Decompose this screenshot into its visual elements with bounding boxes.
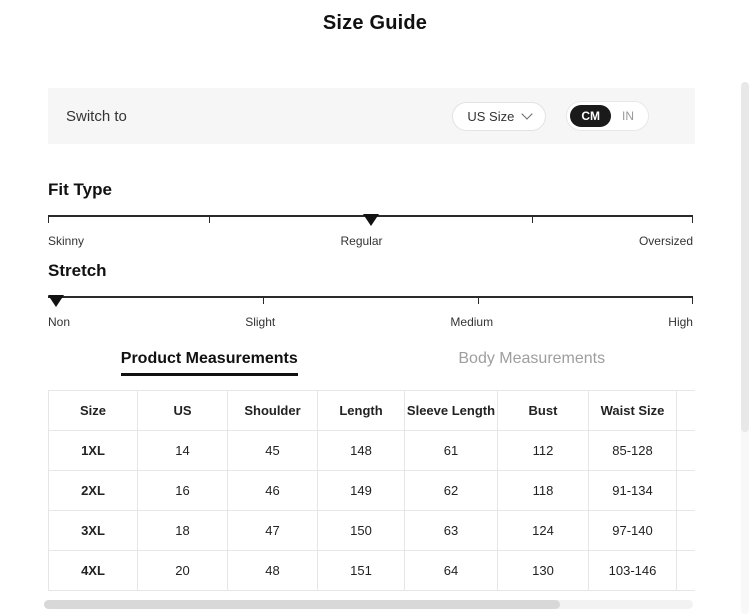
fit-type-label: Skinny [48,234,84,248]
stretch-tick [478,298,479,304]
size-system-value: US Size [467,109,514,124]
value-cell: 103-146 [589,551,677,591]
stretch-label: Non [48,315,70,329]
fit-type-marker [363,214,379,226]
fit-type-tick [48,217,49,223]
value-cell: 14 [138,431,228,471]
value-cell: 20 [138,551,228,591]
stretch-section: Stretch Non Slight Medium High [48,260,693,329]
page-title: Size Guide [0,12,750,35]
value-cell: 149 [318,471,405,511]
table-row: 3XL18471506312497-140 [49,511,696,551]
value-cell: 97-140 [589,511,677,551]
column-header: Waist Size [589,391,677,431]
unit-option-in[interactable]: IN [611,105,645,127]
stretch-label: High [668,315,693,329]
value-cell: 62 [405,471,498,511]
unit-toggle: CM IN [566,101,649,131]
value-cell [677,431,696,471]
value-cell [677,471,696,511]
tab-body-measurements-label: Body Measurements [458,350,605,373]
value-cell: 63 [405,511,498,551]
value-cell [677,551,696,591]
value-cell: 130 [498,551,589,591]
switch-to-label: Switch to [66,108,127,125]
table-row: 2XL16461496211891-134 [49,471,696,511]
switch-controls: US Size CM IN [452,101,649,131]
size-system-dropdown[interactable]: US Size [452,102,546,131]
tab-product-measurements-label: Product Measurements [121,350,298,376]
measurement-tabs: Product Measurements Body Measurements [48,350,693,376]
value-cell: 91-134 [589,471,677,511]
value-cell: 61 [405,431,498,471]
size-cell: 4XL [49,551,138,591]
measurements-table-viewport: SizeUSShoulderLengthSleeve LengthBustWai… [48,390,695,591]
fit-type-tick [209,217,210,223]
column-header: US [138,391,228,431]
fit-type-section: Fit Type Skinny Regular Oversized [48,179,693,248]
column-header: Size [49,391,138,431]
stretch-tick [692,298,693,304]
stretch-scale-labels: Non Slight Medium High [48,315,693,329]
vertical-scrollbar-track[interactable] [741,82,749,614]
table-row: 4XL204815164130103-146 [49,551,696,591]
fit-type-heading: Fit Type [48,179,693,201]
value-cell: 85-128 [589,431,677,471]
value-cell: 151 [318,551,405,591]
chevron-down-icon [522,108,533,119]
size-cell: 2XL [49,471,138,511]
fit-type-tick [692,217,693,223]
horizontal-scrollbar-thumb[interactable] [44,600,560,609]
column-header: Sleeve Length [405,391,498,431]
value-cell: 46 [228,471,318,511]
value-cell: 48 [228,551,318,591]
stretch-heading: Stretch [48,260,693,282]
measurements-table: SizeUSShoulderLengthSleeve LengthBustWai… [48,390,695,591]
value-cell: 112 [498,431,589,471]
switch-bar: Switch to US Size CM IN [48,88,695,144]
value-cell: 64 [405,551,498,591]
unit-option-cm[interactable]: CM [570,105,611,127]
fit-type-scale-labels: Skinny Regular Oversized [48,234,693,248]
value-cell: 148 [318,431,405,471]
value-cell: 124 [498,511,589,551]
fit-type-label: Oversized [639,234,693,248]
stretch-tick [263,298,264,304]
value-cell: 150 [318,511,405,551]
column-header: Bust [498,391,589,431]
value-cell: 47 [228,511,318,551]
tab-body-measurements[interactable]: Body Measurements [371,350,694,376]
size-cell: 3XL [49,511,138,551]
stretch-label: Medium [450,315,493,329]
value-cell: 118 [498,471,589,511]
stretch-label: Slight [245,315,275,329]
fit-type-label: Regular [340,234,382,248]
value-cell: 16 [138,471,228,511]
column-header: Length [318,391,405,431]
table-row: 1XL14451486111285-128 [49,431,696,471]
value-cell: 45 [228,431,318,471]
horizontal-scrollbar-track[interactable] [44,600,693,609]
stretch-scale [48,296,693,298]
table-header-row: SizeUSShoulderLengthSleeve LengthBustWai… [49,391,696,431]
value-cell: 18 [138,511,228,551]
column-header [677,391,696,431]
fit-type-scale [48,215,693,217]
fit-type-tick [532,217,533,223]
tab-product-measurements[interactable]: Product Measurements [48,350,371,376]
column-header: Shoulder [228,391,318,431]
value-cell [677,511,696,551]
size-cell: 1XL [49,431,138,471]
vertical-scrollbar-thumb[interactable] [741,82,749,432]
stretch-marker [48,295,64,307]
